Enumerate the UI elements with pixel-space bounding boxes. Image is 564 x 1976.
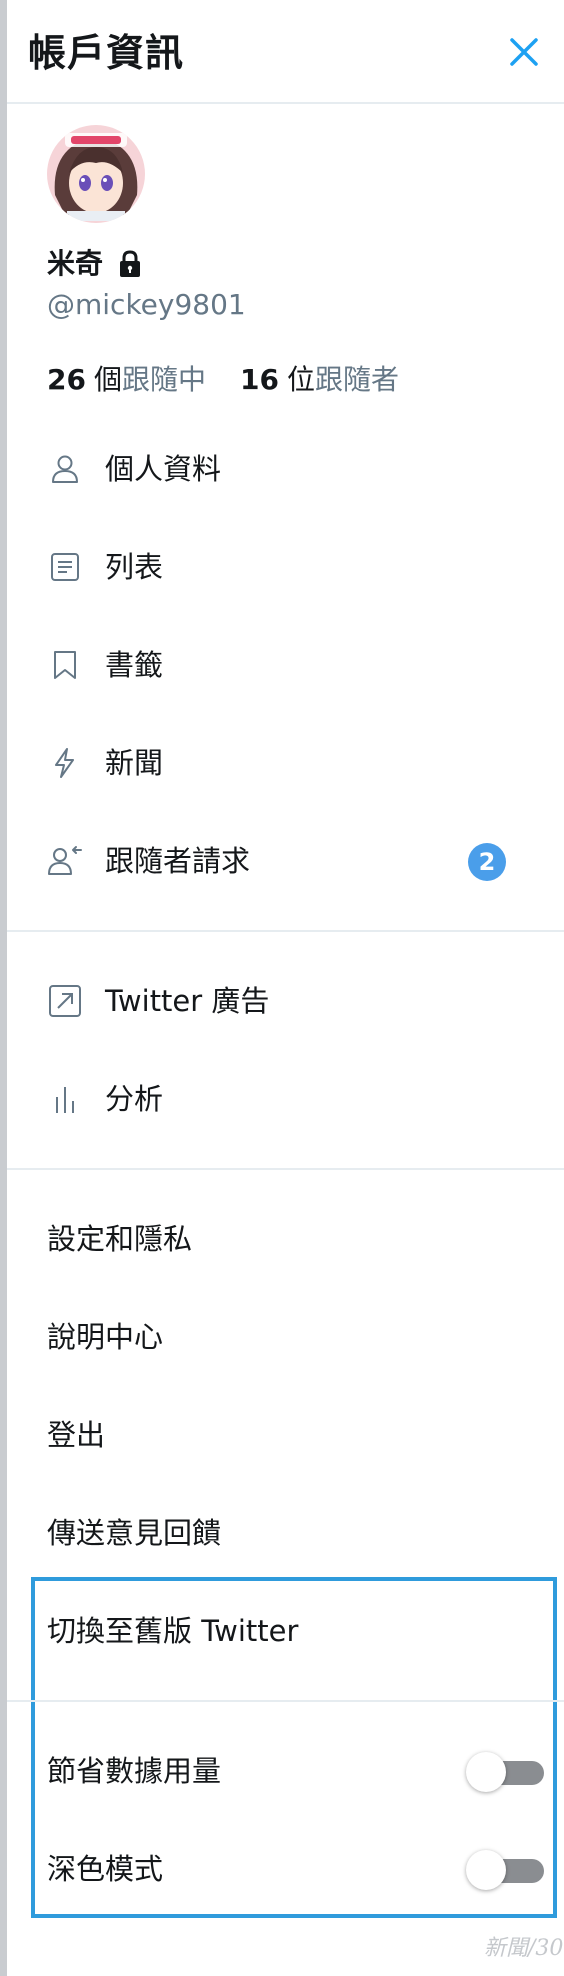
lock-icon — [115, 249, 145, 279]
follow-stats: 26 個 跟隨中 16 位 跟隨者 — [47, 360, 399, 400]
menu-item-label: 列表 — [105, 550, 164, 584]
following-unit: 個 — [93, 363, 122, 396]
person-icon — [47, 451, 83, 487]
close-icon — [510, 38, 538, 66]
menu-item-follower-requests[interactable]: 跟隨者請求 — [47, 831, 250, 891]
page-title: 帳戶資訊 — [28, 31, 185, 75]
display-name-text: 米奇 — [47, 247, 104, 280]
lightning-icon — [47, 745, 83, 781]
list-icon — [47, 549, 83, 585]
toggle-knob — [466, 1752, 506, 1792]
followers-stat[interactable]: 16 位 跟隨者 — [240, 360, 399, 400]
divider — [7, 930, 564, 932]
menu-item-log-out[interactable]: 登出 — [47, 1405, 105, 1465]
menu-item-label: 分析 — [105, 1082, 164, 1116]
following-stat[interactable]: 26 個 跟隨中 — [47, 360, 206, 400]
follower-request-icon — [47, 843, 83, 879]
followers-count: 16 — [240, 363, 279, 396]
menu-item-twitter-ads[interactable]: Twitter 廣告 — [47, 971, 269, 1031]
avatar-image — [47, 125, 145, 223]
following-count: 26 — [47, 363, 86, 396]
menu-item-label: 新聞 — [105, 746, 164, 780]
divider — [7, 1700, 564, 1702]
menu-item-bookmarks[interactable]: 書籤 — [47, 635, 163, 695]
menu-item-lists[interactable]: 列表 — [47, 537, 163, 597]
bookmark-icon — [47, 647, 83, 683]
menu-item-settings-privacy[interactable]: 設定和隱私 — [47, 1209, 192, 1269]
drawer-header: 帳戶資訊 — [7, 0, 564, 104]
dark-mode-label: 深色模式 — [47, 1852, 164, 1886]
followers-unit: 位 — [286, 363, 315, 396]
watermark: 新聞/30 — [484, 1936, 564, 1961]
dark-mode-toggle[interactable] — [466, 1850, 546, 1890]
toggle-knob — [466, 1850, 506, 1890]
data-saver-label: 節省數據用量 — [47, 1754, 222, 1788]
analytics-icon — [47, 1081, 83, 1117]
menu-item-moments[interactable]: 新聞 — [47, 733, 163, 793]
switch-legacy-twitter-link[interactable]: 切換至舊版 Twitter — [47, 1601, 298, 1661]
menu-item-label: 個人資料 — [105, 452, 222, 486]
profile-display-name: 米奇 — [47, 244, 145, 284]
followers-label: 跟隨者 — [314, 363, 399, 396]
menu-item-label: Twitter 廣告 — [105, 984, 270, 1018]
menu-item-profile[interactable]: 個人資料 — [47, 439, 221, 499]
avatar[interactable] — [47, 125, 145, 223]
menu-item-help-center[interactable]: 說明中心 — [47, 1307, 163, 1367]
data-saver-toggle[interactable] — [466, 1752, 546, 1792]
profile-handle: @mickey9801 — [47, 288, 246, 321]
menu-item-label: 書籤 — [105, 648, 164, 682]
following-label: 跟隨中 — [121, 363, 206, 396]
background-page-edge — [0, 0, 7, 1976]
close-button[interactable] — [502, 30, 546, 74]
divider — [7, 1168, 564, 1170]
external-link-icon — [47, 983, 83, 1019]
menu-item-label: 跟隨者請求 — [105, 844, 251, 878]
menu-item-analytics[interactable]: 分析 — [47, 1069, 163, 1129]
follower-requests-badge: 2 — [468, 843, 506, 881]
menu-item-send-feedback[interactable]: 傳送意見回饋 — [47, 1503, 221, 1563]
